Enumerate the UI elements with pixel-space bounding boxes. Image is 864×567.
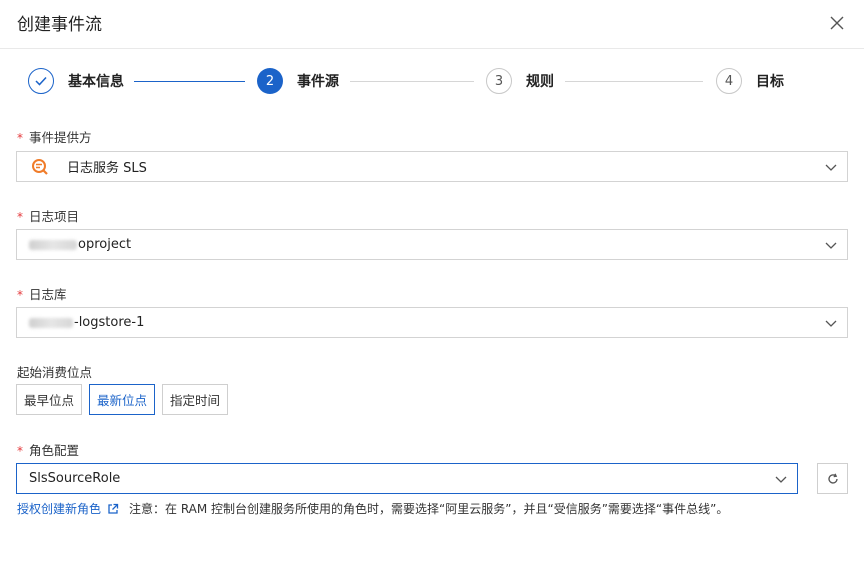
step-2: 2 事件源 [257,68,339,94]
step-1: 基本信息 [28,68,124,94]
logstore-select[interactable]: -logstore-1 [16,307,848,338]
project-select[interactable]: oproject [16,229,848,260]
specified-time-button[interactable]: 指定时间 [162,384,228,415]
external-link-icon[interactable] [107,503,119,515]
provider-select[interactable]: 日志服务 SLS [16,151,848,182]
close-icon[interactable] [826,12,848,34]
step-4: 4 目标 [716,68,784,94]
chevron-down-icon [775,476,787,483]
logstore-label: * 日志库 [17,287,67,302]
step-indicator: 基本信息 2 事件源 3 规则 4 目标 [28,68,848,96]
create-role-link[interactable]: 授权创建新角色 [17,500,101,517]
step-3-label: 规则 [526,74,554,90]
earliest-position-button[interactable]: 最早位点 [16,384,82,415]
dialog-header: 创建事件流 [0,0,864,49]
required-mark: * [17,288,23,302]
chevron-down-icon [825,242,837,249]
project-value: oproject [29,237,131,252]
latest-position-button[interactable]: 最新位点 [89,384,155,415]
refresh-button[interactable] [817,463,848,494]
step-2-number: 2 [257,68,283,94]
role-note: 注意：在 RAM 控制台创建服务所使用的角色时，需要选择“阿里云服务”，并且“受… [129,502,729,516]
step-connector-3 [565,81,703,82]
required-mark: * [17,210,23,224]
provider-value: 日志服务 SLS [67,161,147,176]
step-connector-2 [350,81,474,82]
role-hint: 授权创建新角色 注意：在 RAM 控制台创建服务所使用的角色时，需要选择“阿里云… [17,500,728,517]
logstore-value: -logstore-1 [29,315,144,330]
role-select[interactable]: SlsSourceRole [16,463,798,494]
project-label: * 日志项目 [17,209,80,224]
step-4-label: 目标 [756,74,784,90]
provider-label: * 事件提供方 [17,130,92,145]
sls-logo-icon [31,158,49,176]
role-label: * 角色配置 [17,443,80,458]
step-2-label: 事件源 [297,74,339,90]
step-connector-1 [134,81,245,82]
start-position-label: 起始消费位点 [17,365,93,380]
chevron-down-icon [825,320,837,327]
redacted-text [29,239,77,250]
step-4-number: 4 [716,68,742,94]
redacted-text [29,317,73,328]
role-value: SlsSourceRole [29,471,121,486]
dialog-title: 创建事件流 [17,15,102,35]
required-mark: * [17,131,23,145]
check-icon [28,68,54,94]
chevron-down-icon [825,164,837,171]
step-1-label: 基本信息 [68,74,124,90]
step-3: 3 规则 [486,68,554,94]
refresh-icon [827,473,838,484]
required-mark: * [17,444,23,458]
step-3-number: 3 [486,68,512,94]
